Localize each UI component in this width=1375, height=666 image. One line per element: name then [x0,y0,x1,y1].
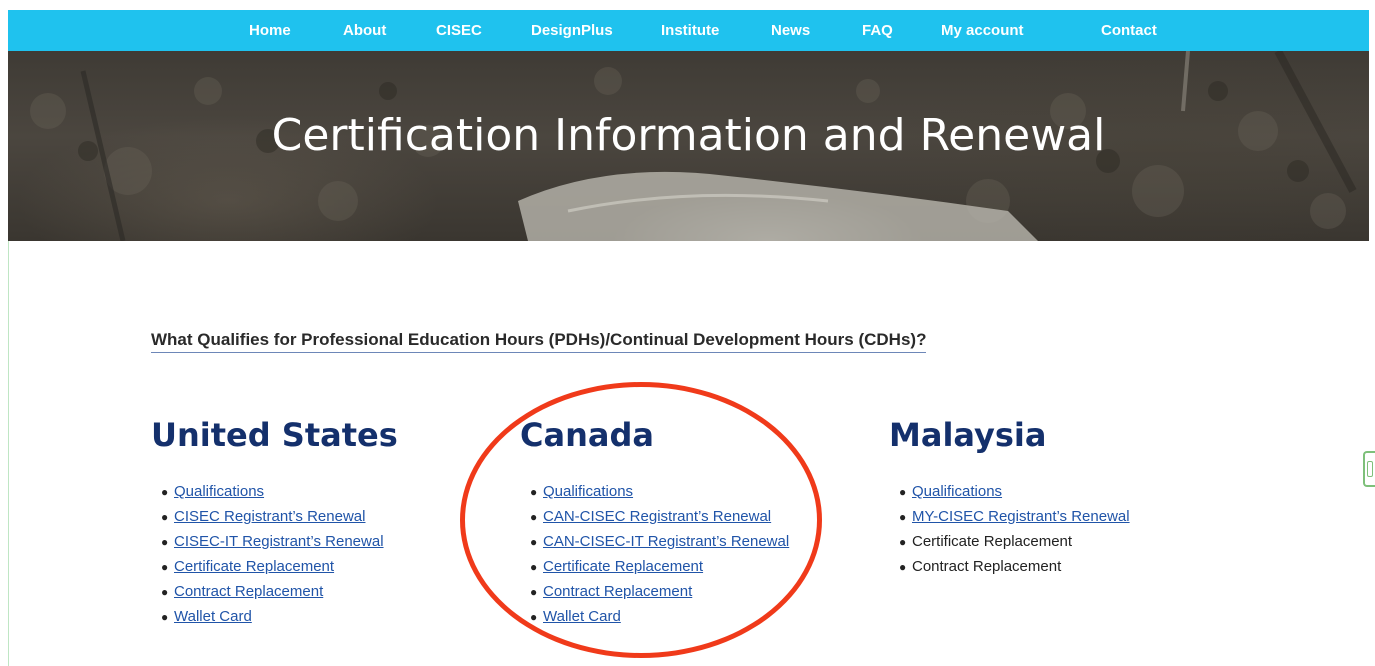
list-item: ● Qualifications [156,482,384,507]
nav-faq[interactable]: FAQ [862,10,893,51]
bullet-icon: ● [899,485,907,499]
ca-wallet-card-link[interactable]: Wallet Card [543,608,621,625]
list-item: ● Contract Replacement [156,582,384,607]
page-title: Certification Information and Renewal [271,110,1106,162]
side-widget-tab[interactable] [1363,451,1375,487]
ca-cisec-renewal-link[interactable]: CAN-CISEC Registrant’s Renewal [543,508,771,525]
list-item: ● Contract Replacement [525,582,789,607]
bullet-icon: ● [161,560,169,574]
bullet-icon: ● [161,610,169,624]
list-item: ● Contract Replacement [894,557,1130,582]
nav-about[interactable]: About [343,10,386,51]
list-item: ● CISEC-IT Registrant’s Renewal [156,532,384,557]
my-contract-replacement-text: Contract Replacement [912,558,1062,575]
ca-contract-replacement-link[interactable]: Contract Replacement [543,583,692,600]
list-item: ● CISEC Registrant’s Renewal [156,507,384,532]
my-qualifications-link[interactable]: Qualifications [912,483,1002,500]
content-left-border [8,241,9,666]
my-cisec-renewal-link[interactable]: MY-CISEC Registrant’s Renewal [912,508,1130,525]
nav-cisec[interactable]: CISEC [436,10,482,51]
widget-icon [1367,461,1373,477]
nav-institute[interactable]: Institute [661,10,719,51]
us-wallet-card-link[interactable]: Wallet Card [174,608,252,625]
ca-cisec-it-renewal-link[interactable]: CAN-CISEC-IT Registrant’s Renewal [543,533,789,550]
region-heading-malaysia: Malaysia [889,416,1047,454]
us-cisec-renewal-link[interactable]: CISEC Registrant’s Renewal [174,508,365,525]
bullet-icon: ● [161,535,169,549]
nav-home[interactable]: Home [249,10,291,51]
bullet-icon: ● [899,535,907,549]
nav-contact[interactable]: Contact [1101,10,1157,51]
bullet-icon: ● [530,585,538,599]
region-list-united-states: ● Qualifications ● CISEC Registrant’s Rene… [156,482,384,632]
nav-news[interactable]: News [771,10,810,51]
bullet-icon: ● [899,510,907,524]
list-item: ● Certificate Replacement [156,557,384,582]
us-contract-replacement-link[interactable]: Contract Replacement [174,583,323,600]
region-heading-united-states: United States [151,416,398,454]
list-item: ● Certificate Replacement [894,532,1130,557]
list-item: ● CAN-CISEC-IT Registrant’s Renewal [525,532,789,557]
bullet-icon: ● [530,485,538,499]
nav-my-account[interactable]: My account [941,10,1024,51]
bullet-icon: ● [530,535,538,549]
list-item: ● Wallet Card [156,607,384,632]
bullet-icon: ● [530,610,538,624]
hero-banner: Certification Information and Renewal [8,51,1369,241]
region-list-malaysia: ● Qualifications ● MY-CISEC Registrant’s R… [894,482,1130,582]
list-item: ● MY-CISEC Registrant’s Renewal [894,507,1130,532]
list-item: ● Qualifications [894,482,1130,507]
region-heading-canada: Canada [520,416,654,454]
region-list-canada: ● Qualifications ● CAN-CISEC Registrant’s … [525,482,789,632]
my-certificate-replacement-text: Certificate Replacement [912,533,1073,550]
bullet-icon: ● [161,585,169,599]
us-qualifications-link[interactable]: Qualifications [174,483,264,500]
bullet-icon: ● [530,560,538,574]
nav-designplus[interactable]: DesignPlus [531,10,613,51]
list-item: ● Certificate Replacement [525,557,789,582]
list-item: ● Qualifications [525,482,789,507]
main-nav-bar: Home About CISEC DesignPlus Institute Ne… [8,10,1369,51]
bullet-icon: ● [161,510,169,524]
list-item: ● Wallet Card [525,607,789,632]
ca-qualifications-link[interactable]: Qualifications [543,483,633,500]
us-certificate-replacement-link[interactable]: Certificate Replacement [174,558,334,575]
bullet-icon: ● [530,510,538,524]
ca-certificate-replacement-link[interactable]: Certificate Replacement [543,558,703,575]
pdh-qualifications-link[interactable]: What Qualifies for Professional Educatio… [151,330,927,353]
bullet-icon: ● [161,485,169,499]
list-item: ● CAN-CISEC Registrant’s Renewal [525,507,789,532]
us-cisec-it-renewal-link[interactable]: CISEC-IT Registrant’s Renewal [174,533,384,550]
bullet-icon: ● [899,560,907,574]
